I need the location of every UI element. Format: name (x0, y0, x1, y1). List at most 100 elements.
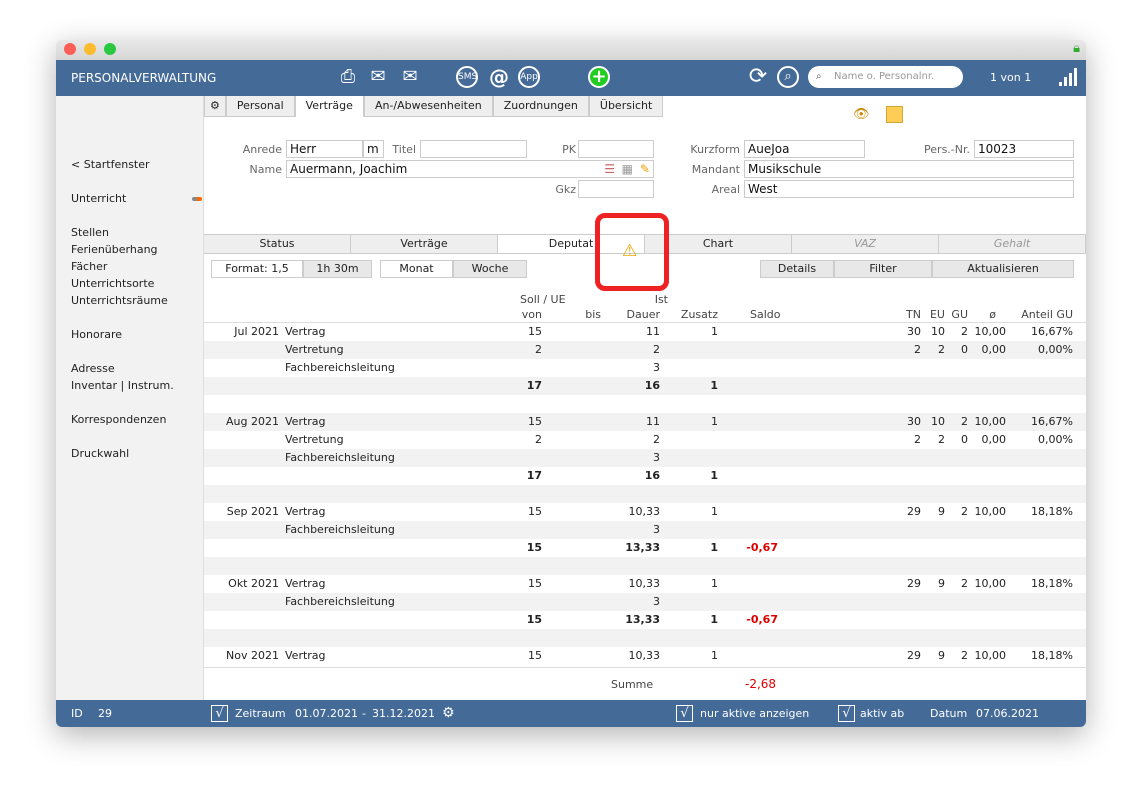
tab-1[interactable]: Verträge (294, 96, 364, 117)
anrede-label: Anrede (242, 143, 282, 156)
cell-month: Okt 2021 (228, 577, 279, 590)
table-row: 17 16 1 (204, 467, 1086, 485)
subtab-status[interactable]: Status (204, 235, 351, 253)
table-row: 15 13,33 1 -0,67 (204, 539, 1086, 557)
subtab-gehalt[interactable]: Gehalt (939, 235, 1086, 253)
cell-von: 17 (526, 379, 542, 392)
note-icon[interactable] (886, 106, 903, 123)
details-button[interactable]: Details (760, 260, 834, 278)
mail-icon[interactable]: ✉ (366, 66, 390, 88)
mandant-label: Mandant (691, 163, 740, 176)
cell-avg: 10,00 (974, 325, 1007, 338)
filter-button[interactable]: Filter (834, 260, 932, 278)
sidebar-item[interactable]: Stellen (71, 226, 109, 239)
add-icon[interactable]: + (588, 66, 610, 88)
cell-label: Vertretung (285, 343, 344, 356)
subtab-vaz[interactable]: VAZ (792, 235, 939, 253)
cell-dauer: 3 (653, 523, 660, 536)
name-field[interactable]: Auermann, Joachim ☰ ▦ ✎ (286, 160, 654, 178)
cell-anteil: 16,67% (1031, 325, 1073, 338)
search-icon[interactable]: ⌕ (777, 66, 799, 88)
settings-gear-icon[interactable]: ⚙ (204, 96, 226, 117)
nur-aktive-label: nur aktive anzeigen (700, 707, 810, 720)
highlight-box (595, 213, 669, 291)
nur-aktive-checkbox[interactable]: √ (676, 705, 693, 722)
zeitraum-settings-gear-icon[interactable]: ⚙ (442, 700, 455, 727)
pencil-icon[interactable]: ✎ (640, 161, 650, 177)
close-window-button[interactable] (64, 43, 76, 55)
sidebar-item[interactable]: Korrespondenzen (71, 413, 166, 426)
calendar-clock-icon[interactable]: ▦ (622, 161, 633, 177)
print-icon[interactable]: ⎙ (336, 66, 360, 88)
cell-month: Sep 2021 (226, 505, 279, 518)
mandant-field[interactable]: Musikschule (744, 160, 1074, 178)
tab-3[interactable]: Zuordnungen (492, 96, 589, 117)
sidebar-item[interactable]: Druckwahl (71, 447, 129, 460)
gender-field[interactable]: m (363, 140, 384, 158)
zeitraum-from[interactable]: 01.07.2021 (295, 700, 358, 727)
minimize-window-button[interactable] (84, 43, 96, 55)
week-button[interactable]: Woche (453, 260, 527, 278)
cell-von: 15 (526, 613, 542, 626)
refresh-icon[interactable]: ⟳ (746, 66, 770, 88)
von-header: von (521, 308, 542, 321)
app-icon[interactable]: App (518, 66, 540, 88)
table-row (204, 485, 1086, 503)
search-placeholder: Name o. Personalnr. (834, 71, 935, 82)
sidebar-item[interactable]: Adresse (71, 362, 115, 375)
areal-field[interactable]: West (744, 180, 1074, 198)
cell-label: Vertrag (285, 415, 326, 428)
sidebar-item[interactable]: Unterricht (71, 192, 126, 205)
kurzform-field[interactable]: AueJoa (744, 140, 865, 158)
cell-von: 15 (528, 505, 542, 518)
cell-avg: 10,00 (974, 649, 1007, 662)
cell-zusatz: 1 (711, 325, 718, 338)
sidebar-item[interactable]: Inventar | Instrum. (71, 379, 174, 392)
format-time-button[interactable]: 1h 30m (303, 260, 372, 278)
aktiv-ab-checkbox[interactable]: √ (838, 705, 855, 722)
cell-zusatz: 1 (711, 415, 718, 428)
email-at-icon[interactable]: @ (487, 66, 511, 88)
month-button[interactable]: Monat (380, 260, 453, 278)
gkz-field[interactable] (578, 180, 654, 198)
format-decimal-button[interactable]: Format: 1,5 (211, 260, 303, 278)
sidebar-item[interactable]: Honorare (71, 328, 122, 341)
tab-4[interactable]: Übersicht (588, 96, 664, 117)
pk-field[interactable] (578, 140, 654, 158)
sidebar-item[interactable]: < Startfenster (71, 158, 150, 171)
tab-0[interactable]: Personal (225, 96, 295, 117)
search-input[interactable]: ⌕ Name o. Personalnr. (808, 66, 963, 88)
titel-field[interactable] (420, 140, 527, 158)
table-row (204, 629, 1086, 647)
table-row: Fachbereichsleitung 3 (204, 359, 1086, 377)
table-row: 17 16 1 (204, 377, 1086, 395)
cell-dauer: 10,33 (628, 649, 661, 662)
sidebar-item[interactable]: Ferienüberhang (71, 243, 158, 256)
cell-avg: 10,00 (974, 415, 1007, 428)
table-row: Nov 2021 Vertrag 15 10,33 1 29 9 2 10,00 18,18% (204, 647, 1086, 665)
avg-header: ø (989, 308, 996, 321)
datum-value[interactable]: 07.06.2021 (976, 700, 1039, 727)
eye-icon[interactable]: 👁︎ (853, 107, 870, 122)
tab-2[interactable]: An-/Abwesenheiten (363, 96, 493, 117)
table-row (204, 395, 1086, 413)
zoom-window-button[interactable] (104, 43, 116, 55)
serial-mail-icon[interactable]: ✉ (398, 66, 422, 88)
table-row: 15 13,33 1 -0,67 (204, 611, 1086, 629)
sidebar-item[interactable]: Unterrichtsräume (71, 294, 168, 307)
cell-dauer: 13,33 (625, 541, 660, 554)
anrede-field[interactable]: Herr (286, 140, 363, 158)
list-icon[interactable]: ☰ (604, 161, 615, 177)
bis-header: bis (585, 308, 601, 321)
subtab-verträge[interactable]: Verträge (351, 235, 498, 253)
saldo-header: Saldo (750, 308, 781, 321)
zeitraum-checkbox[interactable]: √ (211, 705, 228, 722)
persnr-field[interactable]: 10023 (974, 140, 1074, 158)
sidebar-item[interactable]: Fächer (71, 260, 107, 273)
sidebar-item[interactable]: Unterrichtsorte (71, 277, 154, 290)
zeitraum-to[interactable]: 31.12.2021 (372, 700, 435, 727)
cell-label: Fachbereichsleitung (285, 523, 395, 536)
refresh-button[interactable]: Aktualisieren (932, 260, 1074, 278)
sms-icon[interactable]: SMS (456, 66, 478, 88)
summe-label: Summe (611, 678, 654, 691)
